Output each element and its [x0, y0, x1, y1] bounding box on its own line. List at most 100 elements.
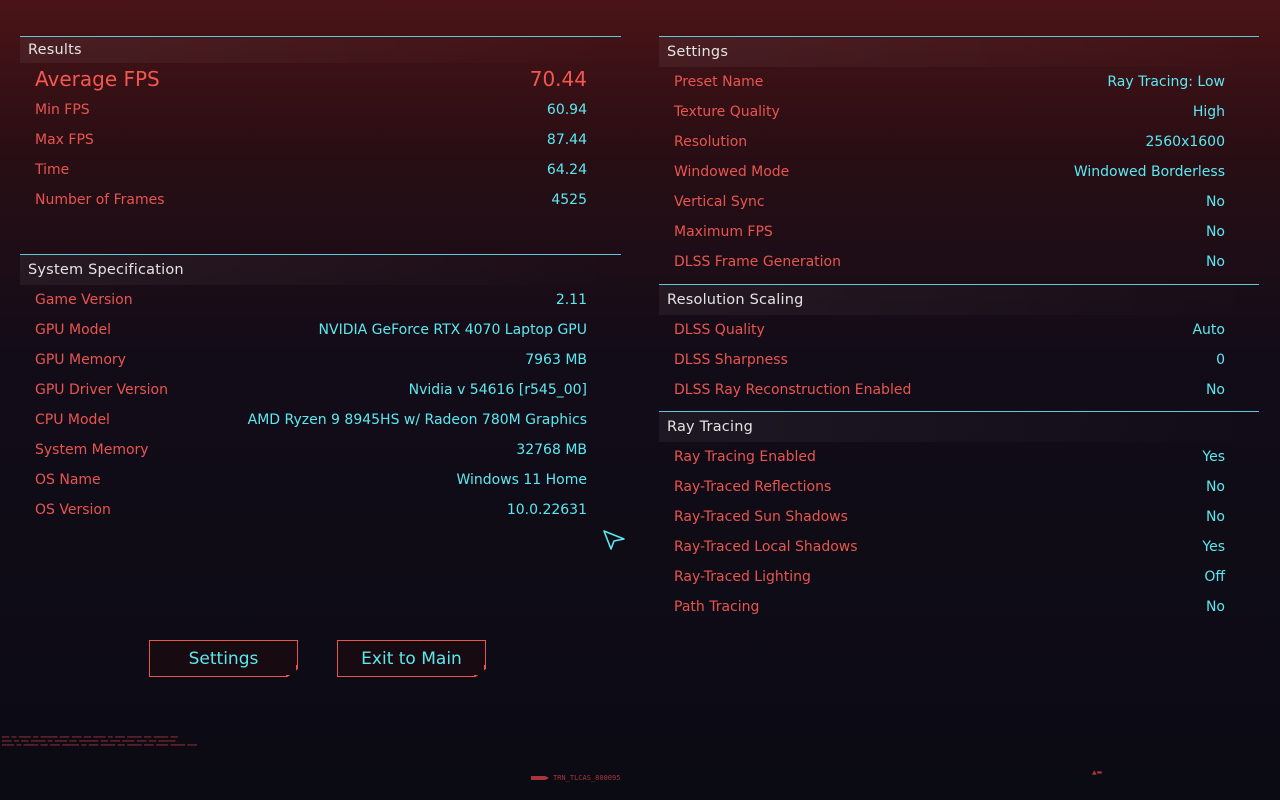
raytracing-label: Path Tracing: [674, 599, 760, 615]
scaling-row: DLSS Sharpness 0: [659, 345, 1259, 375]
setting-value: No: [1205, 254, 1225, 270]
spec-row: System Memory 32768 MB: [20, 435, 621, 465]
setting-label: Maximum FPS: [674, 224, 773, 240]
result-label: Min FPS: [35, 102, 90, 118]
spec-label: Game Version: [35, 292, 133, 308]
spec-value: 10.0.22631: [506, 502, 587, 518]
raytracing-row: Path Tracing No: [659, 592, 1259, 622]
setting-value: No: [1205, 224, 1225, 240]
spec-label: GPU Driver Version: [35, 382, 168, 398]
scaling-label: DLSS Ray Reconstruction Enabled: [674, 382, 912, 398]
scaling-row: DLSS Quality Auto: [659, 315, 1259, 345]
raytracing-row: Ray-Traced Reflections No: [659, 472, 1259, 502]
settings-button[interactable]: Settings: [149, 640, 298, 677]
average-fps-value: 70.44: [529, 67, 587, 91]
average-fps-label: Average FPS: [35, 67, 160, 91]
scaling-label: DLSS Sharpness: [674, 352, 788, 368]
result-row: Number of Frames 4525: [20, 185, 621, 215]
spec-value: Nvidia v 54616 [r545_00]: [408, 382, 587, 398]
setting-row: Vertical Sync No: [659, 187, 1259, 217]
raytracing-label: Ray-Traced Lighting: [674, 569, 811, 585]
raytracing-row: Ray-Traced Local Shadows Yes: [659, 532, 1259, 562]
exit-to-main-menu-button[interactable]: Exit to Main Menu: [337, 640, 486, 677]
setting-label: DLSS Frame Generation: [674, 254, 841, 270]
spec-row: OS Version 10.0.22631: [20, 495, 621, 525]
result-label: Time: [35, 162, 70, 178]
scaling-label: DLSS Quality: [674, 322, 765, 338]
spec-value: AMD Ryzen 9 8945HS w/ Radeon 780M Graphi…: [247, 412, 587, 428]
spec-value: 7963 MB: [525, 352, 587, 368]
raytracing-row: Ray-Traced Lighting Off: [659, 562, 1259, 592]
setting-row: Preset Name Ray Tracing: Low: [659, 67, 1259, 97]
results-title: Results: [20, 36, 621, 63]
spec-label: GPU Model: [35, 322, 112, 338]
system-spec-panel: System Specification Game Version 2.11 G…: [20, 254, 621, 525]
setting-label: Texture Quality: [674, 104, 780, 120]
raytracing-label: Ray-Traced Reflections: [674, 479, 832, 495]
scaling-row: DLSS Ray Reconstruction Enabled No: [659, 375, 1259, 405]
spec-label: OS Name: [35, 472, 101, 488]
raytracing-value: No: [1205, 479, 1225, 495]
raytracing-label: Ray-Traced Sun Shadows: [674, 509, 848, 525]
resolution-scaling-panel: Resolution Scaling DLSS Quality Auto DLS…: [659, 284, 1259, 405]
setting-row: DLSS Frame Generation No: [659, 247, 1259, 277]
setting-row: Texture Quality High: [659, 97, 1259, 127]
ray-tracing-title: Ray Tracing: [659, 411, 1259, 442]
setting-label: Resolution: [674, 134, 748, 150]
resolution-scaling-title: Resolution Scaling: [659, 284, 1259, 315]
system-spec-title: System Specification: [20, 254, 621, 285]
raytracing-value: Yes: [1202, 449, 1225, 465]
result-label: Max FPS: [35, 132, 94, 148]
result-row: Max FPS 87.44: [20, 125, 621, 155]
spec-label: CPU Model: [35, 412, 110, 428]
arrow-icon: [531, 776, 549, 780]
setting-value: High: [1192, 104, 1225, 120]
result-value: 64.24: [546, 162, 587, 178]
spec-value: Windows 11 Home: [456, 472, 587, 488]
spec-value: NVIDIA GeForce RTX 4070 Laptop GPU: [318, 322, 587, 338]
ray-tracing-panel: Ray Tracing Ray Tracing Enabled Yes Ray-…: [659, 411, 1259, 622]
settings-panel: Settings Preset Name Ray Tracing: Low Te…: [659, 36, 1259, 277]
scaling-value: No: [1205, 382, 1225, 398]
setting-value: 2560x1600: [1145, 134, 1225, 150]
decorative-mark: ▲▬: [1092, 769, 1103, 776]
setting-label: Vertical Sync: [674, 194, 765, 210]
raytracing-label: Ray Tracing Enabled: [674, 449, 816, 465]
raytracing-row: Ray Tracing Enabled Yes: [659, 442, 1259, 472]
result-value: 87.44: [546, 132, 587, 148]
raytracing-value: No: [1205, 599, 1225, 615]
spec-label: GPU Memory: [35, 352, 126, 368]
settings-title: Settings: [659, 36, 1259, 67]
raytracing-value: Yes: [1202, 539, 1225, 555]
result-row: Min FPS 60.94: [20, 95, 621, 125]
spec-value: 2.11: [555, 292, 587, 308]
spec-row: GPU Memory 7963 MB: [20, 345, 621, 375]
setting-value: Windowed Borderless: [1073, 164, 1225, 180]
raytracing-value: Off: [1204, 569, 1225, 585]
setting-row: Maximum FPS No: [659, 217, 1259, 247]
result-value: 60.94: [546, 102, 587, 118]
scaling-value: 0: [1216, 352, 1225, 368]
setting-value: Ray Tracing: Low: [1107, 74, 1225, 90]
spec-label: OS Version: [35, 502, 111, 518]
setting-row: Windowed Mode Windowed Borderless: [659, 157, 1259, 187]
spec-row: OS Name Windows 11 Home: [20, 465, 621, 495]
average-fps-row: Average FPS 70.44: [20, 63, 621, 95]
result-label: Number of Frames: [35, 192, 165, 208]
setting-row: Resolution 2560x1600: [659, 127, 1259, 157]
setting-label: Preset Name: [674, 74, 764, 90]
decorative-footnote-line: ▬▬▬▬▬ ▬▬ ▬▬▬▬▬▬ ▬▬▬ ▬▬▬▬ ▬▬▬▬▬▬▬ ▬▬ ▬▬▬▬…: [2, 742, 198, 747]
result-value: 4525: [551, 192, 587, 208]
build-id: TRN_TLCAS_800095: [531, 774, 620, 782]
result-row: Time 64.24: [20, 155, 621, 185]
setting-label: Windowed Mode: [674, 164, 790, 180]
setting-value: No: [1205, 194, 1225, 210]
scaling-value: Auto: [1192, 322, 1225, 338]
spec-row: CPU Model AMD Ryzen 9 8945HS w/ Radeon 7…: [20, 405, 621, 435]
raytracing-value: No: [1205, 509, 1225, 525]
spec-row: Game Version 2.11: [20, 285, 621, 315]
spec-row: GPU Model NVIDIA GeForce RTX 4070 Laptop…: [20, 315, 621, 345]
raytracing-label: Ray-Traced Local Shadows: [674, 539, 858, 555]
build-id-text: TRN_TLCAS_800095: [553, 774, 621, 782]
results-panel: Results Average FPS 70.44 Min FPS 60.94 …: [20, 36, 621, 215]
